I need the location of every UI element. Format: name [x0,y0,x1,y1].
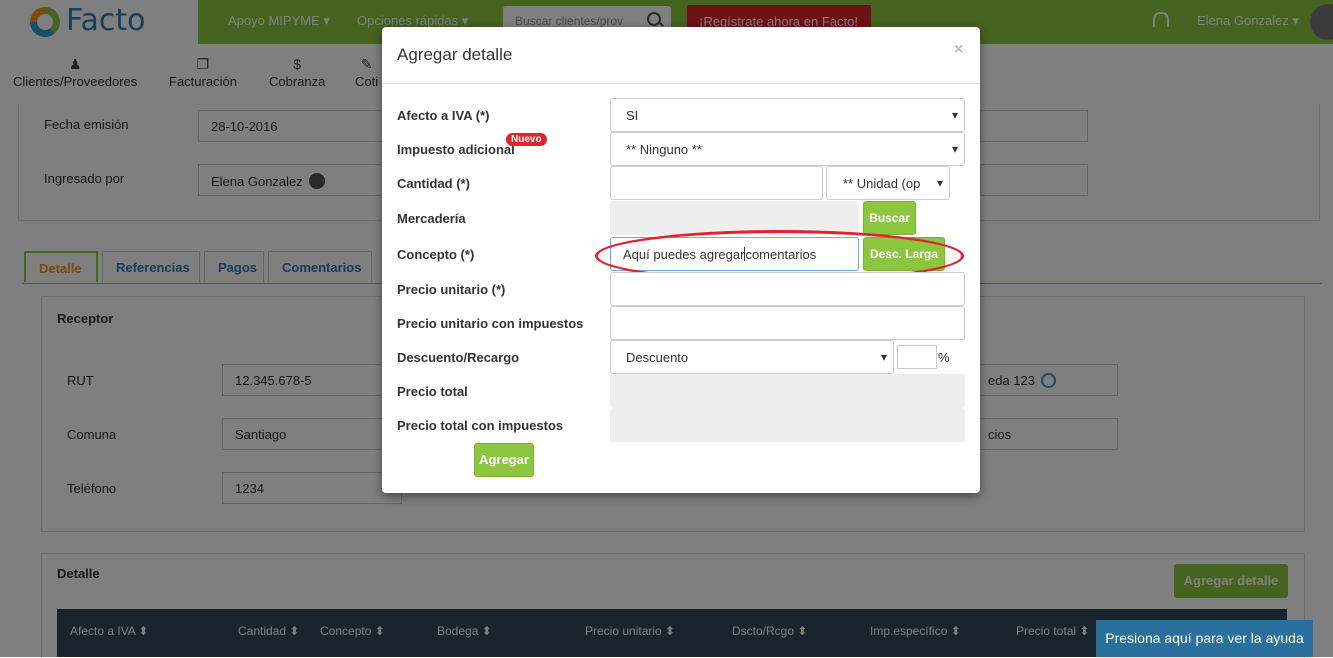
impuesto-adicional-label: Impuesto adicional [397,142,515,157]
concepto-text-b: comentarios [745,247,817,262]
precio-total-impuestos-field [610,408,965,442]
concepto-text-a: Aquí puedes agregar [623,247,745,262]
precio-unitario-input[interactable] [610,272,965,306]
precio-total-label: Precio total [397,384,468,399]
agregar-button[interactable]: Agregar [474,443,534,477]
descuento-recargo-label: Descuento/Recargo [397,350,520,365]
afecto-iva-select[interactable]: SI [610,98,965,132]
close-icon[interactable]: × [954,41,963,59]
concepto-input[interactable]: Aquí puedes agregarcomentarios [610,237,859,271]
afecto-iva-value: SI [626,108,639,123]
descuento-recargo-select[interactable]: Descuento [610,340,894,374]
descuento-percent-input[interactable] [897,345,937,369]
descuento-recargo-value: Descuento [626,350,689,365]
precio-unitario-impuestos-input[interactable] [610,306,965,340]
cantidad-input[interactable] [610,166,823,200]
mercaderia-input [610,201,859,235]
modal-header: Agregar detalle × [382,27,980,84]
precio-total-impuestos-label: Precio total con impuestos [397,418,564,433]
concepto-label: Concepto (*) [397,247,475,262]
unidad-value: ** Unidad (op [843,176,921,191]
mercaderia-label: Mercadería [397,211,466,226]
help-button[interactable]: Presiona aquí para ver la ayuda [1096,620,1313,657]
desc-larga-button[interactable]: Desc. Larga [863,237,945,271]
impuesto-adicional-value: ** Ninguno ** [626,142,702,157]
percent-symbol: % [938,350,950,365]
precio-unitario-label: Precio unitario (*) [397,282,506,297]
unidad-select[interactable]: ** Unidad (op [826,166,950,200]
nuevo-badge: Nuevo [506,133,547,146]
buscar-button[interactable]: Buscar [863,201,916,235]
impuesto-adicional-select[interactable]: ** Ninguno ** [610,132,965,166]
modal-title: Agregar detalle [397,45,513,64]
precio-total-field [610,374,965,408]
cantidad-label: Cantidad (*) [397,176,470,191]
precio-unitario-impuestos-label: Precio unitario con impuestos [397,316,584,331]
afecto-iva-label: Afecto a IVA (*) [397,108,490,123]
